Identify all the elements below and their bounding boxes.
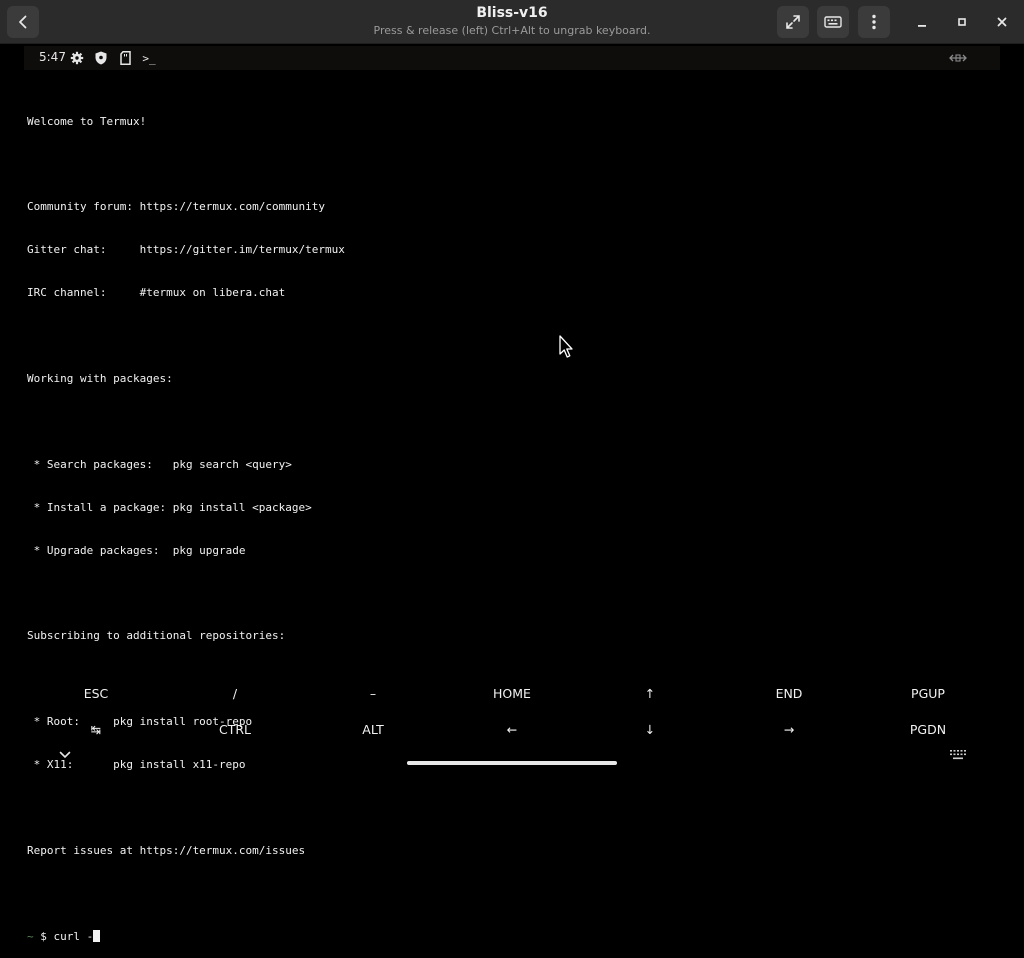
status-time: 5:47 [39, 50, 66, 64]
prompt-command: $ curl - [33, 929, 94, 943]
back-button[interactable] [7, 6, 39, 38]
terminal-line: * Install a package: pkg install <packag… [27, 500, 312, 514]
key-right-arrow[interactable]: → [719, 712, 859, 746]
terminal-prompt-line[interactable]: ~ $ curl - [27, 929, 987, 944]
terminal-line: Gitter chat: https://gitter.im/termux/te… [27, 243, 345, 257]
terminal-line: * Upgrade packages: pkg upgrade [27, 543, 246, 557]
text-cursor [93, 929, 101, 942]
close-button[interactable] [990, 10, 1014, 34]
gesture-home-bar[interactable] [407, 761, 617, 765]
terminal-line: Working with packages: [27, 371, 173, 385]
terminal-line: Report issues at https://termux.com/issu… [27, 843, 306, 857]
fullscreen-icon [786, 15, 800, 29]
key-slash[interactable]: / [165, 676, 305, 710]
key-alt[interactable]: ALT [303, 712, 443, 746]
minimize-button[interactable] [910, 10, 934, 34]
kebab-menu-icon [872, 14, 876, 30]
window-title: Bliss-v16 [476, 5, 548, 21]
ime-switch-button[interactable] [948, 748, 968, 762]
window-title-area: Bliss-v16 Press & release (left) Ctrl+Al… [300, 4, 724, 39]
rotate-icon[interactable] [948, 51, 968, 65]
terminal-line: * Search packages: pkg search <query> [27, 457, 292, 471]
extra-keys-bar: ESC / – HOME ↑ END PGUP ↹ CTRL ALT ← ↓ →… [0, 676, 1024, 748]
nav-back-button[interactable] [56, 748, 74, 762]
chevron-down-icon [59, 751, 71, 759]
key-up-arrow[interactable]: ↑ [580, 676, 720, 710]
key-end[interactable]: END [719, 676, 859, 710]
keyboard-icon [824, 16, 842, 28]
window-headerbar: Bliss-v16 Press & release (left) Ctrl+Al… [0, 0, 1024, 44]
chevron-left-icon [19, 15, 27, 29]
key-left-arrow[interactable]: ← [442, 712, 582, 746]
key-dash[interactable]: – [303, 676, 443, 710]
keyboard-icon [950, 750, 966, 760]
terminal-line: Community forum: https://termux.com/comm… [27, 200, 326, 214]
maximize-icon [958, 18, 966, 26]
key-down-arrow[interactable]: ↓ [580, 712, 720, 746]
shield-icon [94, 51, 108, 65]
terminal-icon: >_ [142, 51, 156, 65]
mouse-pointer-icon [559, 335, 573, 358]
prompt-directory: ~ [27, 929, 34, 943]
key-tab[interactable]: ↹ [26, 712, 166, 746]
maximize-button[interactable] [950, 10, 974, 34]
key-pgup[interactable]: PGUP [858, 676, 998, 710]
fullscreen-button[interactable] [777, 6, 809, 38]
key-home[interactable]: HOME [442, 676, 582, 710]
terminal-line: Subscribing to additional repositories: [27, 629, 286, 643]
close-icon [997, 17, 1007, 27]
window-subtitle: Press & release (left) Ctrl+Alt to ungra… [373, 24, 651, 37]
terminal-line: IRC channel: #termux on libera.chat [27, 286, 286, 300]
gear-icon [70, 51, 84, 65]
sd-card-icon [118, 51, 132, 65]
keyboard-button[interactable] [817, 6, 849, 38]
terminal-output[interactable]: Welcome to Termux! Community forum: http… [27, 86, 987, 958]
android-status-bar: 5:47 >_ [24, 46, 1000, 70]
key-pgdn[interactable]: PGDN [858, 712, 998, 746]
minimize-icon [918, 25, 926, 27]
key-esc[interactable]: ESC [26, 676, 166, 710]
main-menu-button[interactable] [858, 6, 890, 38]
terminal-line: Welcome to Termux! [27, 114, 147, 128]
key-ctrl[interactable]: CTRL [165, 712, 305, 746]
